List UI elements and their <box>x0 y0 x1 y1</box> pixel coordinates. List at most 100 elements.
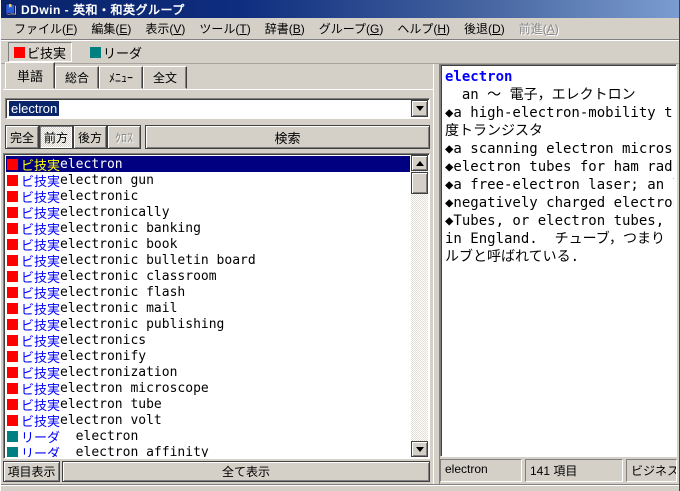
result-row[interactable]: リーダ electron affinity <box>6 444 410 457</box>
result-dictionary-label: ビ技実 <box>21 380 60 396</box>
result-word: electronic flash <box>60 285 185 300</box>
result-row[interactable]: ビ技実 electronization <box>6 364 410 380</box>
result-dictionary-label: ビ技実 <box>21 156 60 172</box>
result-row[interactable]: ビ技実 electronic <box>6 188 410 204</box>
main-area: 単語総合ﾒﾆｭｰ全文 electron 完全前方後方ｸﾛｽ 検索 ビ技実 ele… <box>1 64 679 484</box>
item-display-button[interactable]: 項目表示 <box>3 461 60 482</box>
definition-line: ◆electron tubes for ham rad <box>445 158 674 176</box>
dictionary-color-square <box>7 175 18 186</box>
dictionary-color-square <box>7 367 18 378</box>
result-word: electronic publishing <box>60 317 224 332</box>
title-bar[interactable]: DDwin - 英和・和英グループ <box>1 0 679 18</box>
show-all-button[interactable]: 全て表示 <box>62 461 430 482</box>
result-row[interactable]: ビ技実 electronically <box>6 204 410 220</box>
result-row[interactable]: ビ技実 electronify <box>6 348 410 364</box>
dictionary-toggle-button[interactable]: ビ技実 <box>8 42 72 62</box>
result-word: electron volt <box>60 413 162 428</box>
definition-pane: electron an ～ 電子，エレクトロン◆a high-electron-… <box>440 64 677 457</box>
menu-item[interactable]: 編集(E) <box>84 18 138 39</box>
scroll-thumb[interactable] <box>411 172 428 194</box>
result-word: electron affinity <box>60 445 209 458</box>
definition-line: ◆Tubes, or electron tubes, <box>445 212 674 230</box>
definition-headword: electron <box>445 68 674 86</box>
result-dictionary-label: ビ技実 <box>21 396 60 412</box>
result-dictionary-label: ビ技実 <box>21 284 60 300</box>
list-footer: 項目表示 全て表示 <box>3 461 430 482</box>
result-dictionary-label: ビ技実 <box>21 316 60 332</box>
definition-line: in England. チューブ，つまり <box>445 230 674 248</box>
result-row[interactable]: リーダ electron <box>6 428 410 444</box>
result-row[interactable]: ビ技実 electron volt <box>6 412 410 428</box>
result-word: electron tube <box>60 397 162 412</box>
search-combobox[interactable]: electron <box>5 98 430 119</box>
menu-item[interactable]: 後退(D) <box>457 18 512 39</box>
menu-bar: ファイル(F)編集(E)表示(V)ツール(T)辞書(B)グループ(G)ヘルプ(H… <box>1 18 679 40</box>
result-row[interactable]: ビ技実 electron gun <box>6 172 410 188</box>
result-row[interactable]: ビ技実 electronic publishing <box>6 316 410 332</box>
pane-splitter[interactable] <box>433 64 440 484</box>
result-word: electronic banking <box>60 221 201 236</box>
results-list: ビ技実 electron ビ技実 electron gun ビ技実 electr… <box>3 153 430 459</box>
search-input[interactable]: electron <box>9 101 59 116</box>
window-bottom-edge <box>1 484 679 491</box>
chevron-down-icon <box>416 106 424 111</box>
scroll-up-button[interactable] <box>411 155 428 171</box>
menu-item[interactable]: ツール(T) <box>192 18 257 39</box>
search-mode-button[interactable]: 完全 <box>5 125 39 149</box>
dictionary-color-square <box>7 191 18 202</box>
search-tab[interactable]: ﾒﾆｭｰ <box>99 66 143 89</box>
search-tab[interactable]: 全文 <box>143 66 187 89</box>
dictionary-color-square <box>90 47 101 58</box>
ddwin-window: DDwin - 英和・和英グループ ファイル(F)編集(E)表示(V)ツール(T… <box>0 0 680 491</box>
arrow-up-icon <box>416 161 424 166</box>
result-word: electron <box>60 157 123 172</box>
result-dictionary-label: リーダ <box>21 444 60 457</box>
result-row[interactable]: ビ技実 electronic flash <box>6 284 410 300</box>
result-dictionary-label: ビ技実 <box>21 332 60 348</box>
menu-item[interactable]: ファイル(F) <box>7 18 84 39</box>
dictionary-toolbar: ビ技実 リーダ <box>1 40 679 64</box>
search-mode-button[interactable]: ｸﾛｽ <box>107 125 141 149</box>
search-tab[interactable]: 総合 <box>55 66 99 89</box>
result-word: electronic mail <box>60 301 177 316</box>
result-row[interactable]: ビ技実 electron microscope <box>6 380 410 396</box>
status-current-word: electron <box>440 459 522 482</box>
definition-line: ◆negatively charged electron <box>445 194 674 212</box>
result-row[interactable]: ビ技実 electron tube <box>6 396 410 412</box>
list-scrollbar[interactable] <box>411 155 428 457</box>
result-row[interactable]: ビ技実 electronic classroom <box>6 268 410 284</box>
menu-item[interactable]: 前進(A) <box>512 18 566 39</box>
result-dictionary-label: リーダ <box>21 428 60 444</box>
result-row[interactable]: ビ技実 electronic bulletin board <box>6 252 410 268</box>
dictionary-color-square <box>7 255 18 266</box>
result-dictionary-label: ビ技実 <box>21 204 60 220</box>
result-row[interactable]: ビ技実 electronic banking <box>6 220 410 236</box>
result-word: electronically <box>60 205 170 220</box>
search-mode-button[interactable]: 前方 <box>39 125 73 149</box>
result-word: electron <box>60 429 138 444</box>
menu-item[interactable]: グループ(G) <box>312 18 391 39</box>
dictionary-color-square <box>7 287 18 298</box>
result-row[interactable]: ビ技実 electronic mail <box>6 300 410 316</box>
result-dictionary-label: ビ技実 <box>21 412 60 428</box>
dictionary-color-square <box>7 319 18 330</box>
result-dictionary-label: ビ技実 <box>21 348 60 364</box>
result-row[interactable]: ビ技実 electronic book <box>6 236 410 252</box>
dictionary-color-square <box>7 303 18 314</box>
search-mode-button[interactable]: 後方 <box>73 125 107 149</box>
search-tab[interactable]: 単語 <box>5 62 55 89</box>
menu-item[interactable]: ヘルプ(H) <box>390 18 457 39</box>
dictionary-color-square <box>7 223 18 234</box>
menu-item[interactable]: 表示(V) <box>138 18 192 39</box>
combo-dropdown-button[interactable] <box>411 100 428 117</box>
result-row[interactable]: ビ技実 electronics <box>6 332 410 348</box>
menu-item[interactable]: 辞書(B) <box>258 18 312 39</box>
scroll-down-button[interactable] <box>411 441 428 457</box>
result-word: electronic <box>60 189 138 204</box>
definition-line: an ～ 電子，エレクトロン <box>445 86 674 104</box>
search-button[interactable]: 検索 <box>145 125 430 149</box>
result-row[interactable]: ビ技実 electron <box>6 156 410 172</box>
dictionary-toggle-button[interactable]: リーダ <box>84 42 148 62</box>
result-dictionary-label: ビ技実 <box>21 220 60 236</box>
result-word: electron gun <box>60 173 154 188</box>
